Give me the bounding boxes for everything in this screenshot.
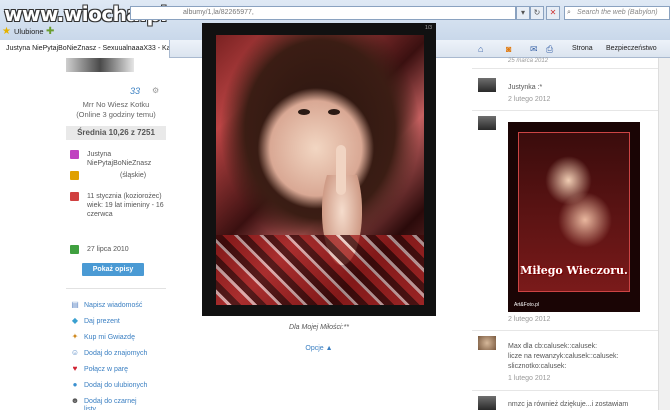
- main-photo[interactable]: [216, 35, 424, 305]
- comment-date: 1 lutego 2012: [508, 375, 551, 382]
- favorites-star-icon[interactable]: ★: [2, 24, 11, 40]
- photo-eye: [298, 109, 310, 115]
- message-icon: ▤: [71, 300, 79, 309]
- search-icon: ⌕: [567, 9, 571, 16]
- comment-text: licze na rewanzyk:calusek::calusek:: [508, 353, 619, 360]
- comment-text: Max dla cb:calusek::calusek:: [508, 343, 598, 350]
- card-text: Miłego Wieczoru.: [520, 264, 628, 277]
- favorite-icon: ●: [72, 380, 78, 389]
- comment-text: Justynka :*: [508, 84, 543, 91]
- divider: [472, 110, 662, 111]
- main-photo-frame: 1/3: [202, 23, 436, 316]
- comment-text: nmzc ja również dziękuje...i zostawiam: [508, 401, 629, 408]
- action-blacklist-cont[interactable]: listy: [84, 405, 96, 410]
- action-pair[interactable]: ♥ Połącz w parę: [70, 364, 128, 375]
- print-icon[interactable]: ⎙: [546, 40, 553, 58]
- comment-date: 25 marca 2012: [508, 58, 549, 64]
- photo-finger: [336, 145, 346, 195]
- heart-icon: ♥: [72, 364, 78, 373]
- address-bar[interactable]: albumy/1,la/82265977,: [130, 6, 516, 20]
- divider: [472, 330, 662, 331]
- blacklist-icon: ☻: [70, 396, 80, 405]
- home-icon[interactable]: ⌂: [478, 40, 483, 58]
- user-status: Mrr No Wiesz Kotku (Online 3 godziny tem…: [76, 100, 156, 119]
- flag-icon: [70, 171, 79, 180]
- action-buy-star[interactable]: ✦ Kup mi Gwiazdę: [70, 332, 135, 343]
- card-watermark: Art&Foto.pl: [514, 302, 540, 308]
- profile-sidebar: 33 ⚙ Mrr No Wiesz Kotku (Online 3 godzin…: [66, 58, 166, 410]
- action-give-gift[interactable]: ◆ Daj prezent: [70, 316, 120, 327]
- comment-text: slicznotko:calusek:: [508, 363, 567, 370]
- info-region: (śląskie): [70, 171, 146, 180]
- divider: [66, 288, 166, 289]
- scrollbar[interactable]: [658, 58, 670, 410]
- photo-eye: [328, 109, 340, 115]
- gift-icon: ◆: [71, 316, 79, 325]
- photo-caption: Dla Mojej Miłości:**: [289, 324, 349, 331]
- action-blacklist[interactable]: ☻ Dodaj do czarnej: [70, 396, 137, 407]
- avatar[interactable]: [66, 58, 134, 72]
- comment-date: 2 lutego 2012: [508, 96, 551, 103]
- page-menu[interactable]: Strona: [572, 40, 593, 58]
- info-joined: 27 lipca 2010: [70, 245, 129, 254]
- frame-tag: 1/3: [425, 25, 432, 31]
- gear-icon[interactable]: ⚙: [152, 86, 159, 95]
- info-birthday: 11 stycznia (koziorożec) wiek: 19 lat im…: [70, 192, 164, 218]
- birthday-icon: [70, 192, 79, 201]
- divider: [472, 390, 662, 391]
- photo-options-link[interactable]: Opcje ▲: [202, 345, 436, 352]
- rss-icon[interactable]: ◙: [506, 40, 511, 58]
- comment-date: 2 lutego 2012: [508, 316, 551, 323]
- arrow-right-icon: [70, 245, 79, 254]
- favorites-button[interactable]: Ulubione: [14, 24, 44, 40]
- comment-avatar[interactable]: [478, 78, 496, 92]
- dropdown-icon[interactable]: ▾: [516, 6, 530, 20]
- action-add-favorite[interactable]: ● Dodaj do ulubionych: [70, 380, 148, 391]
- comment-avatar[interactable]: [478, 336, 496, 350]
- friends-icon: ☺: [70, 348, 80, 357]
- comment-avatar[interactable]: [478, 396, 496, 410]
- refresh-icon[interactable]: ↻: [530, 6, 544, 20]
- person-icon: [70, 150, 79, 159]
- show-descriptions-button[interactable]: Pokaż opisy: [82, 263, 144, 276]
- tab-active[interactable]: Justyna NiePytajBoNieZnasz - Sexuualnaaa…: [0, 40, 170, 58]
- rating-average: Średnia 10,26 z 7251: [66, 126, 166, 140]
- photo-plaid: [216, 235, 424, 305]
- add-favorite-icon[interactable]: ✚: [46, 24, 54, 40]
- search-input[interactable]: ⌕ Search the web (Babylon): [564, 6, 670, 20]
- comment-avatar[interactable]: [478, 116, 496, 130]
- action-add-friend[interactable]: ☺ Dodaj do znajomych: [70, 348, 148, 359]
- photo-count[interactable]: 33: [130, 86, 140, 96]
- action-send-message[interactable]: ▤ Napisz wiadomość: [70, 300, 142, 311]
- info-name: Justyna NiePytajBoNieZnasz: [70, 150, 151, 167]
- mail-icon[interactable]: ✉: [530, 40, 538, 58]
- stars-icon: ✦: [71, 332, 79, 341]
- divider: [472, 68, 662, 69]
- comment-greeting-card[interactable]: Miłego Wieczoru. Art&Foto.pl: [508, 122, 640, 312]
- stop-icon[interactable]: ✕: [546, 6, 560, 20]
- safety-menu[interactable]: Bezpieczeństwo: [606, 40, 657, 58]
